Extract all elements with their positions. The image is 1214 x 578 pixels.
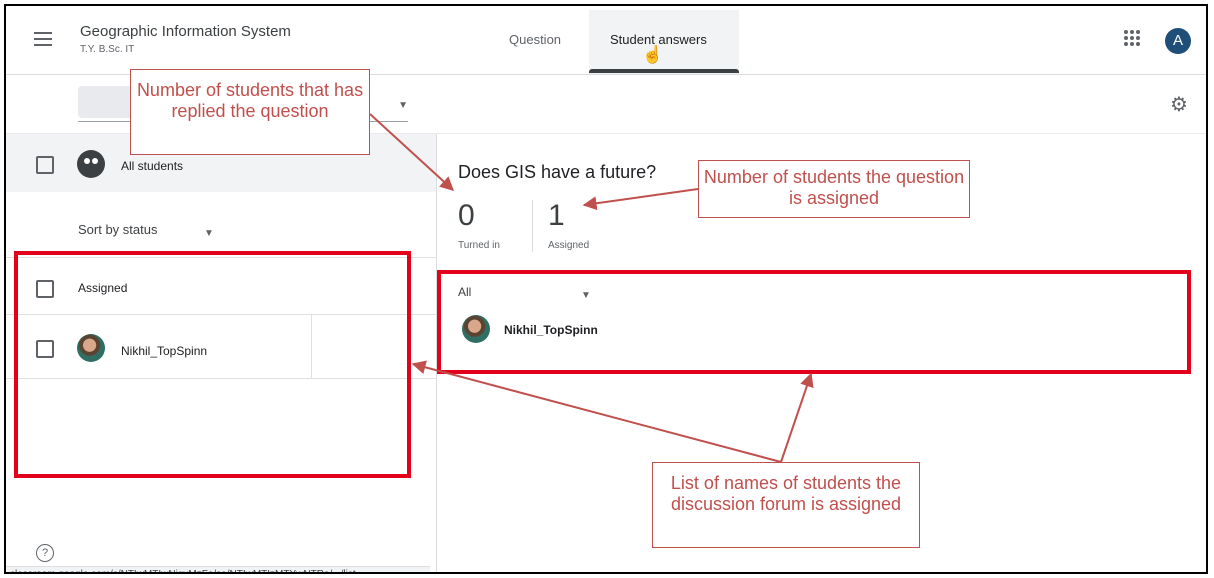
assigned-callout: Number of students the question is assig…: [698, 160, 970, 218]
arrow-to-turned-in: [369, 113, 455, 191]
classroom-window: Geographic Information System T.Y. B.Sc.…: [4, 4, 1208, 574]
arrow-to-right-list: [780, 372, 814, 463]
replied-callout: Number of students that has replied the …: [130, 69, 370, 155]
arrow-to-assigned: [582, 188, 699, 211]
arrow-to-left-list: [411, 360, 782, 463]
list-callout: List of names of students the discussion…: [652, 462, 920, 548]
